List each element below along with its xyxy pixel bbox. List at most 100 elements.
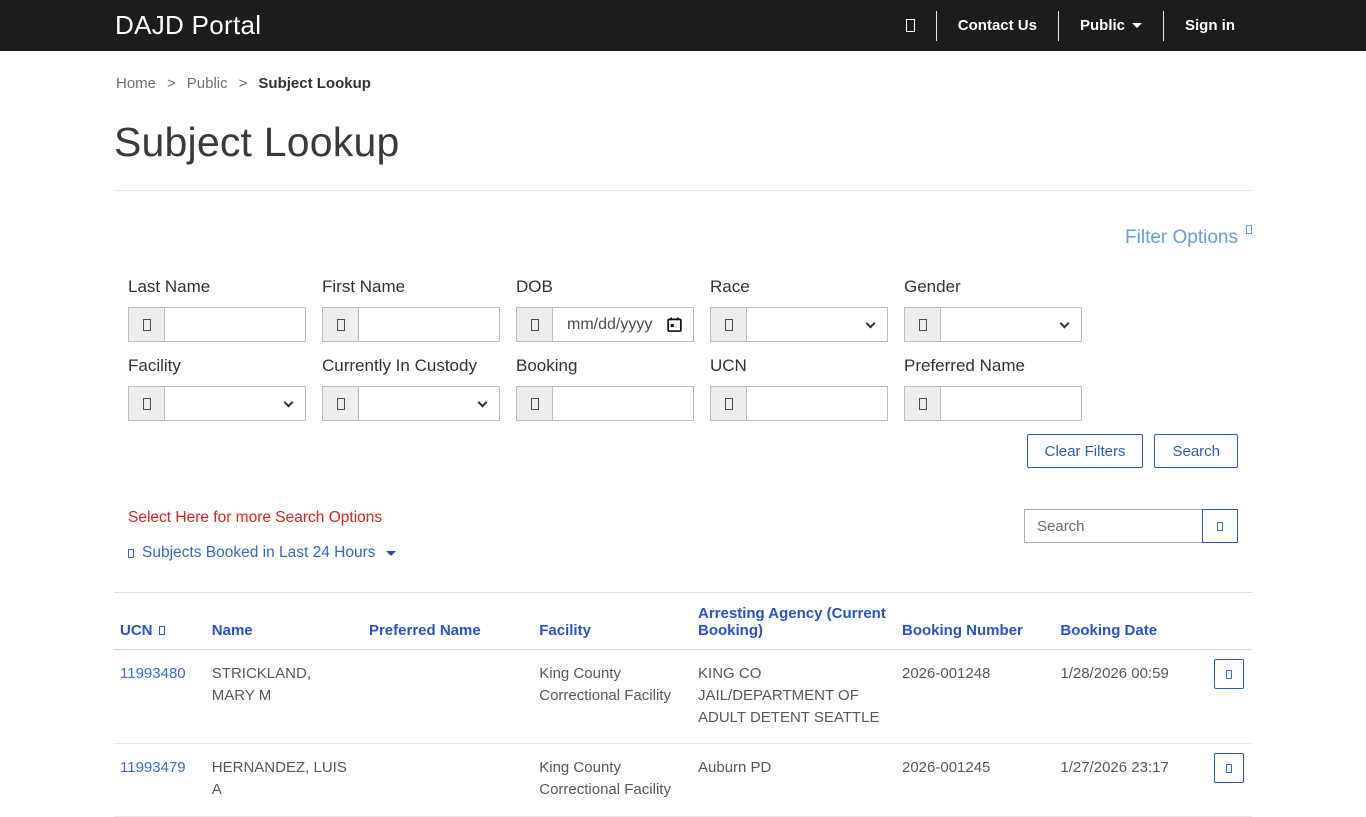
gender-group bbox=[904, 307, 1082, 342]
dob-input[interactable]: mm/dd/yyyy bbox=[553, 308, 693, 341]
filter-row-2: Facility Currently In Custody Booking UC… bbox=[128, 356, 1238, 421]
more-search-options-link[interactable]: Select Here for more Search Options bbox=[128, 509, 396, 527]
filter-row-1: Last Name First Name DOB mm/dd/yyyy Race… bbox=[128, 277, 1238, 342]
row-detail-button[interactable] bbox=[1213, 659, 1244, 689]
nav-sign-in[interactable]: Sign in bbox=[1164, 17, 1256, 34]
ucn-input[interactable] bbox=[747, 387, 887, 420]
building-icon bbox=[129, 387, 165, 420]
race-select[interactable] bbox=[747, 308, 887, 341]
caret-down-icon bbox=[1132, 23, 1142, 28]
cell-arresting-agency: KING CO JAIL/DEPARTMENT OF ADULT DETENT … bbox=[690, 649, 894, 745]
column-header-booking-number[interactable]: Booking Number bbox=[893, 592, 1053, 650]
breadcrumb-separator: > bbox=[167, 75, 176, 92]
caret-down-icon bbox=[385, 550, 396, 556]
search-button[interactable]: Search bbox=[1154, 434, 1238, 468]
preferred-name-input[interactable] bbox=[941, 387, 1081, 420]
custody-label: Currently In Custody bbox=[322, 356, 477, 375]
gender-addon-icon bbox=[905, 308, 941, 341]
calendar-picker-icon[interactable] bbox=[667, 317, 682, 332]
cell-booking-date: 1/27/2026 23:17 bbox=[1052, 743, 1206, 817]
table-header-row: UCN Name Preferred Name Facility Arresti… bbox=[114, 592, 1252, 650]
person-icon bbox=[323, 308, 359, 341]
facility-label: Facility bbox=[128, 356, 181, 375]
column-header-name[interactable]: Name bbox=[203, 592, 361, 650]
column-header-arresting-agency[interactable]: Arresting Agency (Current Booking) bbox=[690, 592, 894, 650]
search-icon bbox=[905, 19, 915, 32]
nav-public-label: Public bbox=[1079, 17, 1125, 34]
race-addon-icon bbox=[711, 308, 747, 341]
column-header-ucn[interactable]: UCN bbox=[114, 592, 204, 650]
booking-label: Booking bbox=[516, 356, 578, 375]
table-search-button[interactable] bbox=[1202, 509, 1238, 543]
cell-booking-date: 1/28/2026 00:59 bbox=[1052, 649, 1206, 745]
column-header-actions bbox=[1205, 592, 1252, 650]
breadcrumb-public[interactable]: Public bbox=[187, 75, 228, 92]
field-first-name: First Name bbox=[322, 277, 500, 342]
ucn-label: UCN bbox=[710, 356, 747, 375]
options-links: Select Here for more Search Options Subj… bbox=[128, 509, 396, 562]
field-booking: Booking bbox=[516, 356, 694, 421]
chevron-down-icon bbox=[477, 397, 488, 407]
navbar-right: Contact Us Public Sign in bbox=[885, 10, 1256, 41]
chevron-down-icon bbox=[865, 318, 876, 328]
external-link-icon bbox=[1246, 225, 1252, 234]
chevron-down-icon bbox=[1059, 318, 1070, 328]
row-detail-button[interactable] bbox=[1213, 753, 1244, 784]
table-search-input[interactable] bbox=[1024, 509, 1202, 543]
last-name-input[interactable] bbox=[165, 308, 305, 341]
breadcrumb-home[interactable]: Home bbox=[116, 75, 156, 92]
field-custody: Currently In Custody bbox=[322, 356, 500, 421]
nav-public-menu[interactable]: Public bbox=[1059, 17, 1163, 34]
field-last-name: Last Name bbox=[128, 277, 306, 342]
calendar-addon-icon bbox=[517, 308, 553, 341]
page-container: Home > Public > Subject Lookup Subject L… bbox=[114, 75, 1252, 817]
custody-select[interactable] bbox=[359, 387, 499, 420]
last-name-group bbox=[128, 307, 306, 342]
cell-name: HERNANDEZ, LUIS A bbox=[203, 743, 361, 817]
facility-group bbox=[128, 386, 306, 421]
column-header-booking-date[interactable]: Booking Date bbox=[1052, 592, 1206, 650]
cell-arresting-agency: Auburn PD bbox=[690, 743, 894, 817]
cell-preferred-name bbox=[360, 649, 532, 745]
first-name-group bbox=[322, 307, 500, 342]
first-name-input[interactable] bbox=[359, 308, 499, 341]
custody-group bbox=[322, 386, 500, 421]
booking-input[interactable] bbox=[553, 387, 693, 420]
breadcrumb-separator: > bbox=[238, 75, 248, 92]
cell-name: STRICKLAND, MARY M bbox=[203, 649, 361, 745]
gender-label: Gender bbox=[904, 277, 961, 296]
column-header-preferred-name[interactable]: Preferred Name bbox=[360, 592, 532, 650]
column-header-facility[interactable]: Facility bbox=[531, 592, 691, 650]
top-navbar: DAJD Portal Contact Us Public Sign in bbox=[0, 0, 1366, 51]
table-row: 11993479 HERNANDEZ, LUIS A King County C… bbox=[114, 743, 1252, 817]
table-search-group bbox=[1024, 509, 1238, 543]
chevron-down-icon bbox=[283, 397, 294, 407]
nav-contact-us[interactable]: Contact Us bbox=[937, 17, 1058, 34]
booked-last-24-hours-label: Subjects Booked in Last 24 Hours bbox=[142, 544, 376, 561]
gender-select[interactable] bbox=[941, 308, 1081, 341]
filter-buttons: Clear Filters Search bbox=[114, 434, 1252, 468]
field-facility: Facility bbox=[128, 356, 306, 421]
table-row: 11993480 STRICKLAND, MARY M King County … bbox=[114, 649, 1252, 745]
dob-placeholder: mm/dd/yyyy bbox=[567, 315, 653, 333]
cell-booking-number: 2026-001245 bbox=[893, 743, 1053, 817]
filter-options-link[interactable]: Filter Options bbox=[1125, 225, 1252, 249]
booking-group bbox=[516, 386, 694, 421]
facility-select[interactable] bbox=[165, 387, 305, 420]
navbar-search-button[interactable] bbox=[885, 19, 936, 32]
filter-options-label: Filter Options bbox=[1125, 227, 1238, 248]
cell-preferred-name bbox=[360, 743, 532, 817]
cell-facility: King County Correctional Facility bbox=[531, 649, 691, 745]
detail-icon bbox=[1225, 763, 1232, 773]
race-label: Race bbox=[710, 277, 750, 296]
ucn-link[interactable]: 11993480 bbox=[120, 665, 186, 682]
clear-filters-button[interactable]: Clear Filters bbox=[1026, 434, 1144, 468]
brand-title[interactable]: DAJD Portal bbox=[115, 10, 261, 41]
field-gender: Gender bbox=[904, 277, 1082, 342]
detail-icon bbox=[1225, 669, 1232, 679]
dob-label: DOB bbox=[516, 277, 553, 296]
booked-last-24-hours-link[interactable]: Subjects Booked in Last 24 Hours bbox=[128, 544, 396, 562]
options-and-search-row: Select Here for more Search Options Subj… bbox=[114, 509, 1252, 562]
person-icon bbox=[905, 387, 941, 420]
breadcrumb: Home > Public > Subject Lookup bbox=[114, 75, 1252, 92]
